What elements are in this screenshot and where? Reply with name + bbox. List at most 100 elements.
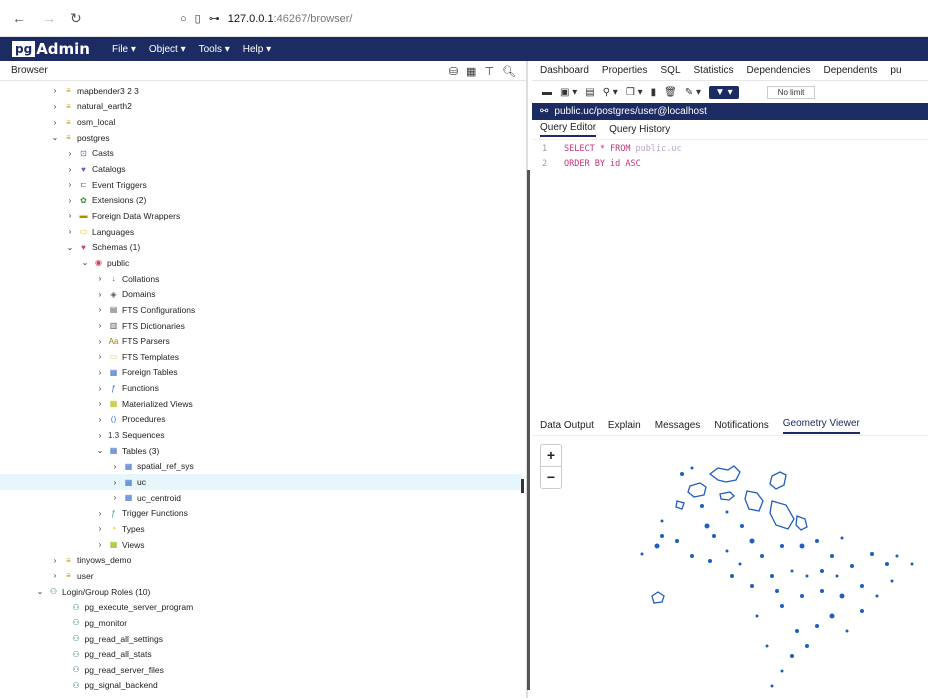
chevron-right-icon[interactable]: › bbox=[50, 102, 60, 111]
tree-item[interactable]: › ▭ Languages bbox=[0, 224, 522, 240]
tab-statistics[interactable]: Statistics bbox=[694, 65, 734, 76]
tree-item[interactable]: › ↓ Collations bbox=[0, 271, 522, 287]
tree-item[interactable]: › ≡ osm_local bbox=[0, 114, 522, 130]
chevron-right-icon[interactable]: › bbox=[95, 337, 105, 346]
chevron-right-icon[interactable]: › bbox=[65, 165, 75, 174]
geometry-map[interactable] bbox=[632, 446, 922, 696]
tab-explain[interactable]: Explain bbox=[608, 420, 641, 431]
menu-help[interactable]: Help ▾ bbox=[243, 44, 271, 55]
chevron-right-icon[interactable]: › bbox=[65, 196, 75, 205]
tab-query-editor[interactable]: Query Editor bbox=[540, 122, 597, 137]
tree-item[interactable]: ⌄ ♥ Schemas (1) bbox=[0, 240, 522, 256]
tab-dependents[interactable]: Dependents bbox=[823, 65, 877, 76]
tree-item[interactable]: › ✿ Extensions (2) bbox=[0, 193, 522, 209]
chevron-right-icon[interactable]: › bbox=[95, 384, 105, 393]
edit-icon[interactable]: ✎ ▾ bbox=[685, 87, 701, 98]
chevron-down-icon[interactable]: ⌄ bbox=[95, 446, 105, 455]
chevron-right-icon[interactable]: › bbox=[65, 211, 75, 220]
tree-item[interactable]: ⚇ pg_read_all_settings bbox=[0, 631, 522, 647]
chevron-down-icon[interactable]: ⌄ bbox=[65, 243, 75, 252]
tree-item[interactable]: › ⟨⟩ Procedures bbox=[0, 412, 522, 428]
chevron-right-icon[interactable]: › bbox=[95, 399, 105, 408]
tree-item[interactable]: ⌄ ⚇ Login/Group Roles (10) bbox=[0, 584, 522, 600]
tree-item[interactable]: ⚇ pg_signal_backend bbox=[0, 678, 522, 694]
chevron-right-icon[interactable]: › bbox=[95, 368, 105, 377]
zoom-out-button[interactable]: − bbox=[541, 467, 561, 489]
tree-item[interactable]: › ▤ FTS Configurations bbox=[0, 302, 522, 318]
tree-item[interactable]: › ▦ Views bbox=[0, 537, 522, 553]
tree-item[interactable]: ⌄ ≡ postgres bbox=[0, 130, 522, 146]
limit-select[interactable]: No limit bbox=[766, 85, 816, 99]
tree-item[interactable]: › ▥ FTS Dictionaries bbox=[0, 318, 522, 334]
resize-handle[interactable] bbox=[521, 479, 524, 493]
tree-item[interactable]: › ◔ Types bbox=[0, 521, 522, 537]
chevron-right-icon[interactable]: › bbox=[95, 524, 105, 533]
menu-file[interactable]: File ▾ bbox=[112, 44, 136, 55]
tree-item[interactable]: › ▭ FTS Templates bbox=[0, 349, 522, 365]
tree-item[interactable]: ⌄ ▦ Tables (3) bbox=[0, 443, 522, 459]
tree-item[interactable]: ⚇ pg_execute_server_program bbox=[0, 599, 522, 615]
tree-item[interactable]: › ▦ spatial_ref_sys bbox=[0, 459, 522, 475]
tree-item[interactable]: › Aa FTS Parsers bbox=[0, 333, 522, 349]
tab-messages[interactable]: Messages bbox=[655, 420, 701, 431]
chevron-right-icon[interactable]: › bbox=[110, 493, 120, 502]
back-icon[interactable]: ← bbox=[12, 10, 26, 26]
chevron-right-icon[interactable]: › bbox=[65, 227, 75, 236]
chevron-down-icon[interactable]: ⌄ bbox=[35, 587, 45, 596]
chevron-right-icon[interactable]: › bbox=[95, 415, 105, 424]
query-tool-icon[interactable]: ⛁ bbox=[449, 65, 458, 78]
sql-editor[interactable]: 1 SELECT * FROM public.uc 2 ORDER BY id ASC bbox=[532, 140, 928, 174]
tree-item[interactable]: ⚇ pg_read_server_files bbox=[0, 662, 522, 678]
tab-dashboard[interactable]: Dashboard bbox=[540, 65, 589, 76]
connection-bar[interactable]: ⚯ public.uc/postgres/user@localhost bbox=[532, 103, 928, 120]
chevron-right-icon[interactable]: › bbox=[95, 305, 105, 314]
tree-item[interactable]: › ≡ user bbox=[0, 568, 522, 584]
chevron-right-icon[interactable]: › bbox=[50, 556, 60, 565]
chevron-down-icon[interactable]: ⌄ bbox=[50, 133, 60, 142]
tree-item[interactable]: › ≡ mapbender3 2 3 bbox=[0, 83, 522, 99]
search-icon[interactable]: 🔍︎ bbox=[502, 65, 516, 78]
filter-rows-icon[interactable]: ⊤ bbox=[484, 65, 494, 78]
view-data-icon[interactable]: ▦ bbox=[466, 65, 476, 78]
tree-item[interactable]: › 1.3 Sequences bbox=[0, 427, 522, 443]
tree-item[interactable]: ⚇ pg_monitor bbox=[0, 615, 522, 631]
delete-icon[interactable]: 🗑︎ bbox=[664, 87, 677, 98]
chevron-right-icon[interactable]: › bbox=[110, 462, 120, 471]
tab-sql[interactable]: SQL bbox=[661, 65, 681, 76]
tree-item[interactable]: › ◈ Domains bbox=[0, 286, 522, 302]
tree-item[interactable]: › ƒ Functions bbox=[0, 380, 522, 396]
chevron-right-icon[interactable]: › bbox=[95, 431, 105, 440]
filter-button[interactable]: ▼ ▾ bbox=[709, 85, 739, 99]
menu-object[interactable]: Object ▾ bbox=[149, 44, 186, 55]
chevron-right-icon[interactable]: › bbox=[95, 321, 105, 330]
tab-data-output[interactable]: Data Output bbox=[540, 420, 594, 431]
chevron-right-icon[interactable]: › bbox=[50, 86, 60, 95]
tree-item[interactable]: ⚇ pg_read_all_stats bbox=[0, 646, 522, 662]
tab-query-history[interactable]: Query History bbox=[609, 124, 670, 135]
tree-item[interactable]: ⌄ ◉ public bbox=[0, 255, 522, 271]
tab-geometry-viewer[interactable]: Geometry Viewer bbox=[782, 418, 860, 434]
zoom-in-button[interactable]: + bbox=[541, 445, 561, 467]
tree-item[interactable]: › ⊡ Casts bbox=[0, 146, 522, 162]
tree-item[interactable]: › ▦ Foreign Tables bbox=[0, 365, 522, 381]
chevron-right-icon[interactable]: › bbox=[50, 571, 60, 580]
tree-item[interactable]: › ▦ Materialized Views bbox=[0, 396, 522, 412]
tree-item[interactable]: › ▦ uc bbox=[0, 474, 522, 490]
menu-tools[interactable]: Tools ▾ bbox=[199, 44, 230, 55]
forward-icon[interactable]: → bbox=[42, 10, 56, 26]
address-bar[interactable]: ○ ▯ ⊶ 127.0.0.1:46267/browser/ bbox=[180, 12, 352, 26]
chevron-down-icon[interactable]: ⌄ bbox=[80, 258, 90, 267]
tree-item[interactable]: › ≡ tinyows_demo bbox=[0, 553, 522, 569]
search-icon[interactable]: ⚲ ▾ bbox=[603, 87, 618, 98]
reload-icon[interactable]: ↻ bbox=[70, 10, 82, 27]
tree-item[interactable]: › ♥ Catalogs bbox=[0, 161, 522, 177]
tree-item[interactable]: › ≡ natural_earth2 bbox=[0, 99, 522, 115]
tab-pu[interactable]: pu bbox=[890, 65, 901, 76]
chevron-right-icon[interactable]: › bbox=[95, 290, 105, 299]
chevron-right-icon[interactable]: › bbox=[95, 509, 105, 518]
chevron-right-icon[interactable]: › bbox=[65, 149, 75, 158]
tree-item[interactable]: › ▦ uc_centroid bbox=[0, 490, 522, 506]
open-file-icon[interactable]: ▬ bbox=[542, 87, 552, 98]
tab-properties[interactable]: Properties bbox=[602, 65, 648, 76]
tree-item[interactable]: › ƒ Trigger Functions bbox=[0, 506, 522, 522]
